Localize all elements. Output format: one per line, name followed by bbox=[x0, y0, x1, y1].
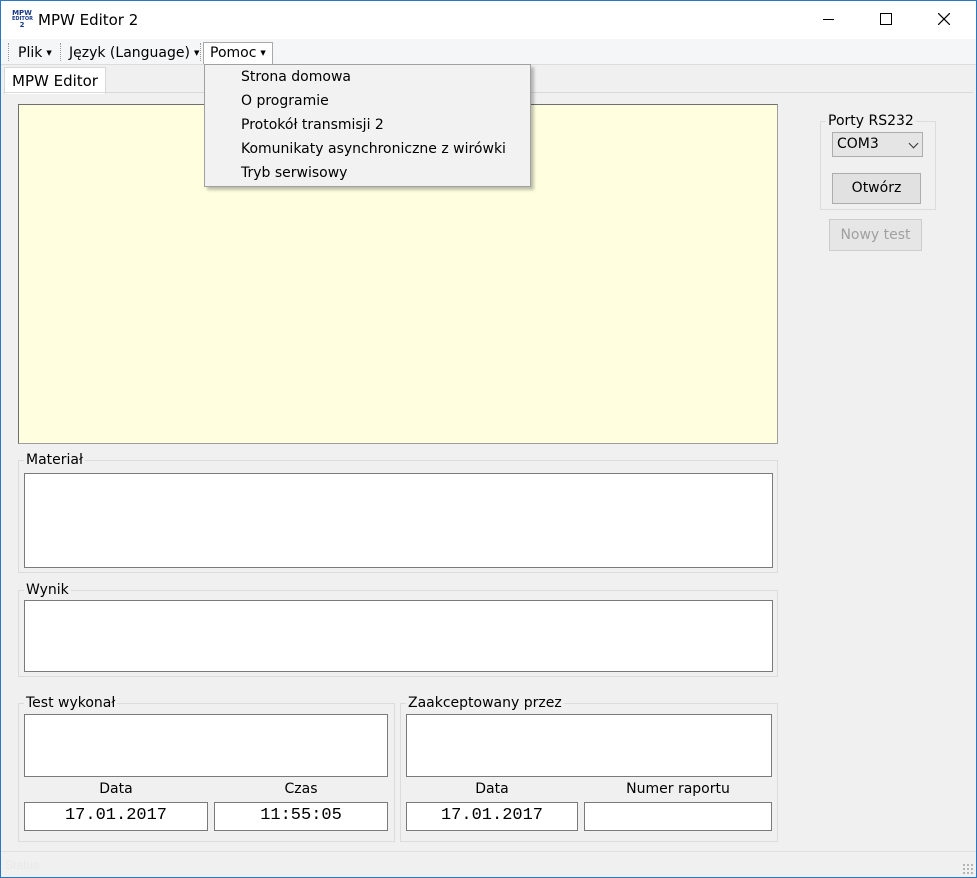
help-menu-dropdown: Strona domowa O programie Protokół trans… bbox=[204, 64, 531, 187]
new-test-button[interactable]: Nowy test bbox=[829, 219, 922, 251]
menu-item-protocol[interactable]: Protokół transmisji 2 bbox=[206, 113, 529, 137]
result-group: Wynik bbox=[18, 582, 778, 677]
test-date-label: Data bbox=[99, 781, 133, 797]
material-input[interactable] bbox=[24, 473, 773, 568]
main-window: MPW EDITOR 2 MPW Editor 2 Plik ▼ Język (L… bbox=[0, 0, 977, 878]
accepted-by-group: Zaakceptowany przez Data Numer raportu 1… bbox=[400, 695, 778, 842]
tab-mpw-editor[interactable]: MPW Editor bbox=[4, 67, 106, 94]
menu-grip bbox=[8, 43, 9, 61]
result-input[interactable] bbox=[24, 600, 773, 672]
menu-file-label: Plik bbox=[18, 45, 43, 61]
test-time-label: Czas bbox=[284, 781, 318, 797]
test-time-field[interactable]: 11:55:05 bbox=[214, 802, 388, 831]
minimize-icon bbox=[822, 18, 834, 20]
menu-item-async-messages[interactable]: Komunikaty asynchroniczne z wirówki bbox=[206, 137, 529, 161]
chevron-down-icon bbox=[908, 138, 919, 149]
menu-help-label: Pomoc bbox=[210, 45, 257, 61]
material-label: Materiał bbox=[24, 452, 85, 468]
com-port-value: COM3 bbox=[837, 136, 879, 152]
menu-language-arrow-icon: ▼ bbox=[193, 49, 200, 57]
test-by-input[interactable] bbox=[24, 714, 388, 777]
maximize-icon bbox=[880, 13, 892, 25]
ports-label: Porty RS232 bbox=[826, 113, 916, 129]
menu-language[interactable]: Język (Language) ▼ bbox=[62, 42, 206, 64]
close-button[interactable] bbox=[921, 1, 967, 37]
menu-item-about[interactable]: O programie bbox=[206, 89, 529, 113]
close-icon bbox=[938, 13, 950, 25]
menu-language-label: Język (Language) bbox=[69, 45, 190, 61]
maximize-button[interactable] bbox=[863, 1, 909, 37]
status-bar: Status bbox=[1, 851, 976, 877]
menu-file-arrow-icon: ▼ bbox=[46, 49, 52, 57]
window-title: MPW Editor 2 bbox=[38, 11, 139, 29]
accepted-date-field[interactable]: 17.01.2017 bbox=[406, 802, 578, 831]
menu-separator bbox=[60, 43, 61, 61]
status-text: Status bbox=[5, 858, 40, 872]
menu-separator bbox=[200, 43, 201, 61]
title-bar[interactable]: MPW EDITOR 2 MPW Editor 2 bbox=[1, 1, 976, 39]
minimize-button[interactable] bbox=[805, 1, 851, 37]
menu-bar: Plik ▼ Język (Language) ▼ Pomoc ▼ bbox=[1, 39, 976, 65]
resize-grip-icon[interactable] bbox=[962, 863, 974, 875]
report-number-field[interactable] bbox=[584, 802, 772, 831]
result-label: Wynik bbox=[24, 582, 71, 598]
com-port-select[interactable]: COM3 bbox=[832, 132, 923, 157]
test-by-group: Test wykonał Data Czas 17.01.2017 11:55:… bbox=[18, 695, 395, 842]
material-group: Materiał bbox=[18, 452, 778, 573]
menu-file[interactable]: Plik ▼ bbox=[11, 42, 59, 64]
test-date-field[interactable]: 17.01.2017 bbox=[24, 802, 208, 831]
test-by-label: Test wykonał bbox=[24, 695, 118, 711]
accepted-by-input[interactable] bbox=[406, 714, 772, 777]
menu-item-homepage[interactable]: Strona domowa bbox=[206, 65, 529, 89]
menu-help-arrow-icon: ▼ bbox=[260, 49, 266, 57]
open-port-button[interactable]: Otwórz bbox=[832, 173, 921, 204]
accepted-by-label: Zaakceptowany przez bbox=[406, 695, 564, 711]
menu-help[interactable]: Pomoc ▼ bbox=[203, 42, 273, 64]
app-logo-icon: MPW EDITOR 2 bbox=[12, 9, 33, 29]
menu-item-service-mode[interactable]: Tryb serwisowy bbox=[206, 161, 529, 185]
accepted-date-label: Data bbox=[475, 781, 509, 797]
report-number-label: Numer raportu bbox=[626, 781, 730, 797]
